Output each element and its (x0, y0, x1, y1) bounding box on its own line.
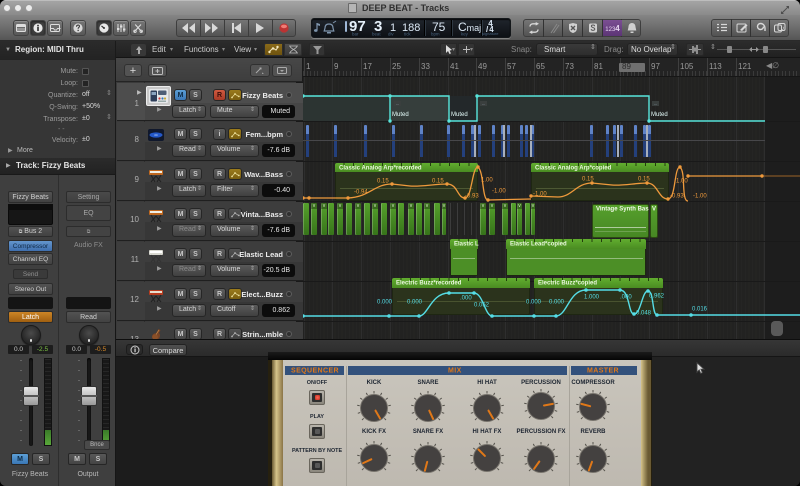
svg-text:♪: ♪ (781, 26, 784, 32)
